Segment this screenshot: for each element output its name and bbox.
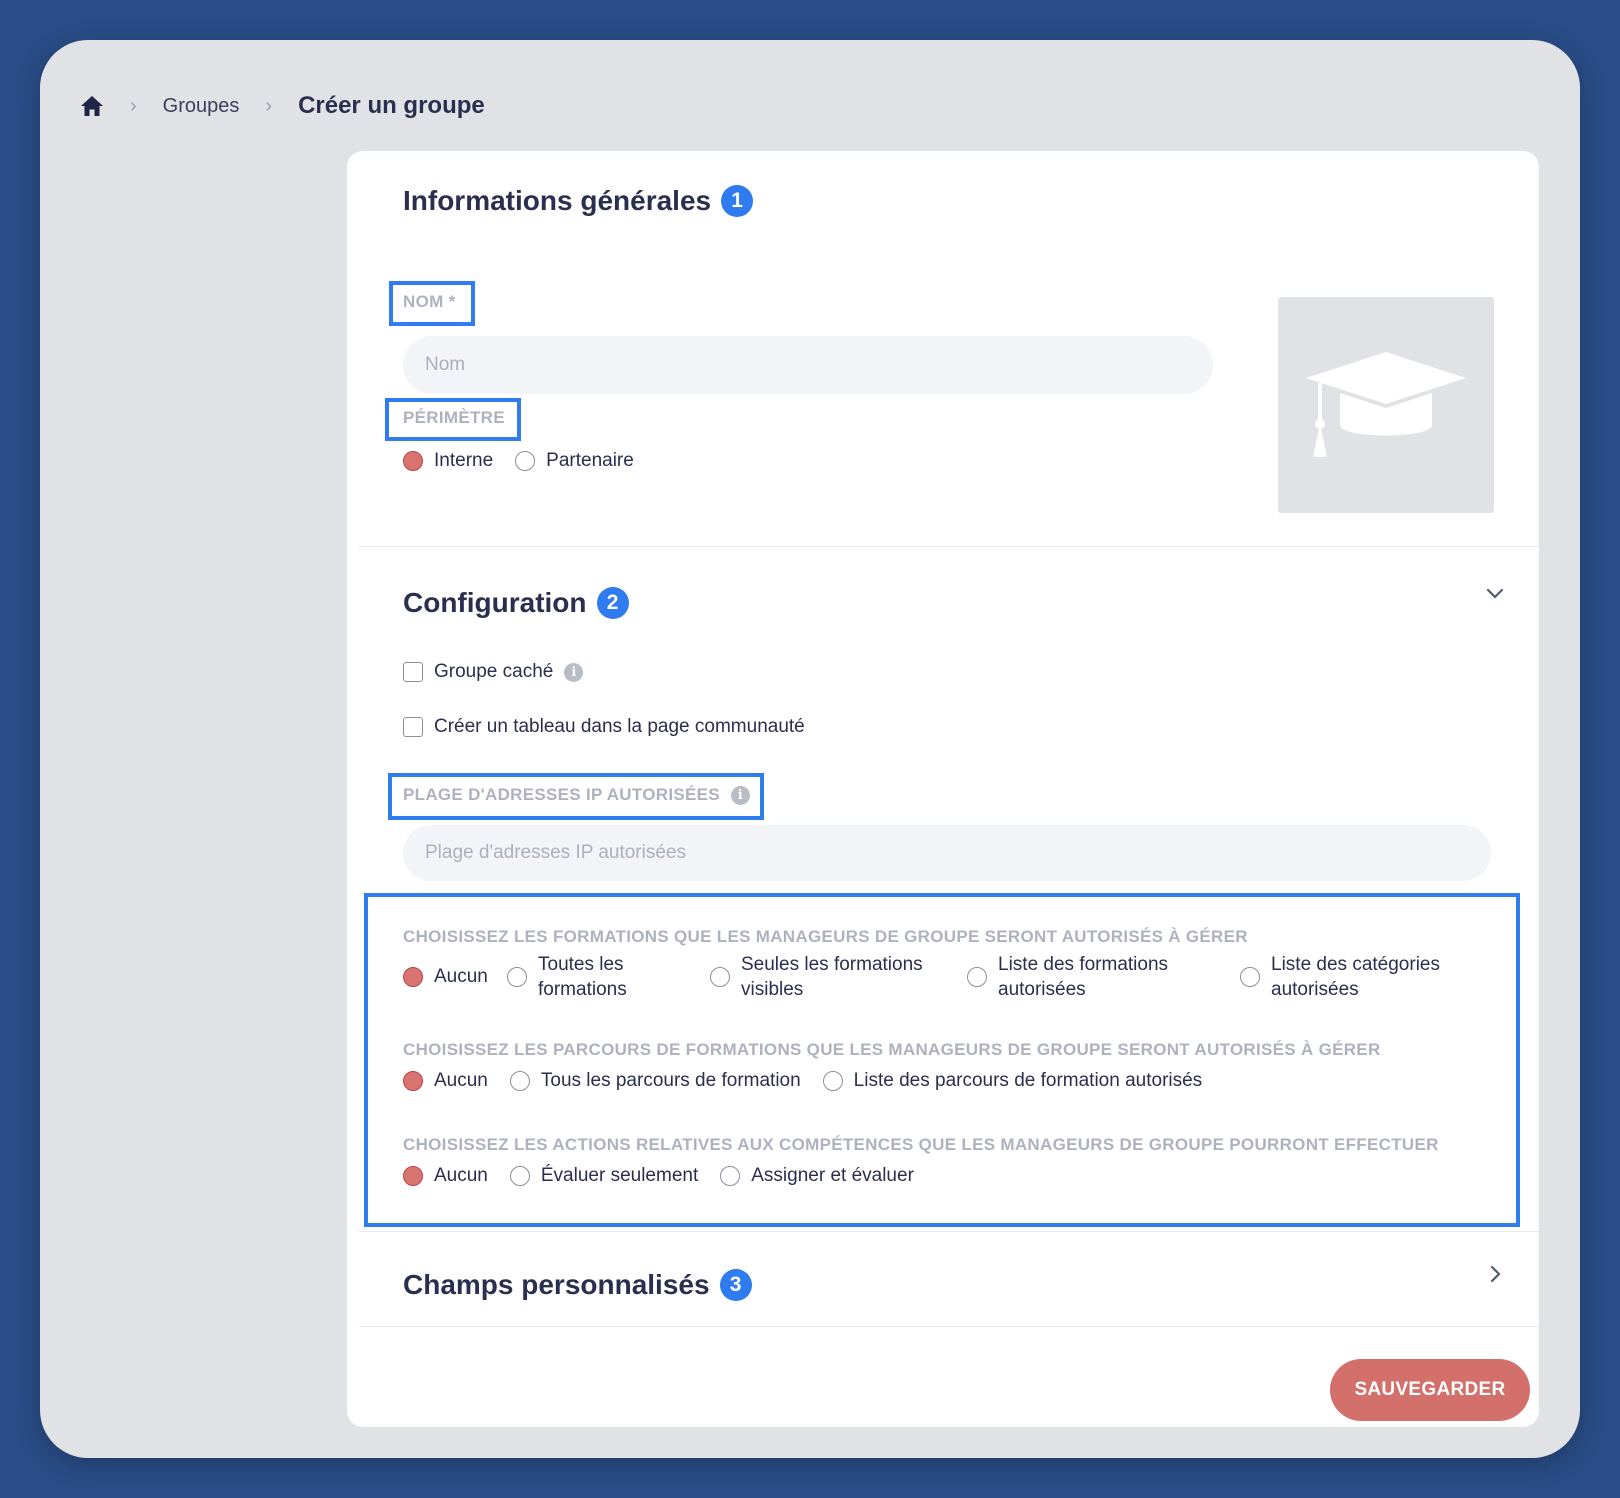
community-board-label: Créer un tableau dans la page communauté <box>434 716 805 737</box>
graduation-cap-icon <box>1306 352 1466 457</box>
name-input[interactable] <box>403 336 1213 394</box>
radio-unchecked[interactable] <box>509 1070 530 1091</box>
scope-option-interne[interactable]: Interne <box>403 448 493 473</box>
section-configuration-header[interactable]: Configuration 2 <box>403 581 629 625</box>
radio-unchecked[interactable] <box>507 967 527 987</box>
chevron-right-icon[interactable] <box>1484 1263 1506 1285</box>
community-board-row: Créer un tableau dans la page communauté <box>403 716 805 738</box>
trainings-option-list[interactable]: Liste des formations autorisées <box>967 952 1188 1002</box>
skills-radio-group: Aucun Évaluer seulement Assigner et éval… <box>403 1163 936 1188</box>
skills-option-evaluate[interactable]: Évaluer seulement <box>509 1163 698 1188</box>
paths-option-list[interactable]: Liste des parcours de formation autorisé… <box>822 1068 1202 1093</box>
radio-checked[interactable] <box>403 1165 423 1186</box>
save-button[interactable]: SAUVEGARDER <box>1330 1359 1530 1421</box>
ip-range-input[interactable] <box>403 825 1491 881</box>
home-icon[interactable] <box>80 95 104 117</box>
radio-checked[interactable] <box>403 1070 423 1091</box>
section-general-title: Informations générales <box>403 185 712 216</box>
scope-label: PÉRIMÈTRE <box>403 408 505 427</box>
trainings-option-categories[interactable]: Liste des catégories autorisées <box>1240 952 1461 1002</box>
radio-unchecked[interactable] <box>967 967 987 987</box>
skills-option-assign-evaluate[interactable]: Assigner et évaluer <box>720 1163 914 1188</box>
trainings-option-visible[interactable]: Seules les formations visibles <box>710 952 941 1002</box>
chevron-right-icon: › <box>265 94 273 117</box>
community-board-checkbox[interactable] <box>403 717 423 737</box>
breadcrumb: › Groupes › Créer un groupe <box>80 84 485 128</box>
radio-unchecked[interactable] <box>710 967 730 987</box>
scope-radio-group: Interne Partenaire <box>403 448 656 473</box>
name-label: NOM * <box>403 292 456 311</box>
section-general-header: Informations générales 1 <box>403 179 754 223</box>
trainings-option-none[interactable]: Aucun <box>403 964 488 989</box>
form-card: Informations générales 1 NOM * PÉRIMÈTRE… <box>347 151 1539 1427</box>
skills-option-none[interactable]: Aucun <box>403 1163 488 1188</box>
radio-unchecked[interactable] <box>515 450 536 471</box>
radio-unchecked[interactable] <box>509 1165 530 1186</box>
ip-label-row: PLAGE D'ADRESSES IP AUTORISÉES i <box>403 785 750 805</box>
page-title: Créer un groupe <box>298 92 485 119</box>
hidden-group-checkbox[interactable] <box>403 662 423 682</box>
paths-radio-group: Aucun Tous les parcours de formation Lis… <box>403 1068 1224 1093</box>
chevron-right-icon: › <box>130 94 137 117</box>
trainings-option-all[interactable]: Toutes les formations <box>507 952 668 1002</box>
section-divider <box>359 546 1539 547</box>
trainings-permission-label: CHOISISSEZ LES FORMATIONS QUE LES MANAGE… <box>403 927 1248 946</box>
paths-option-none[interactable]: Aucun <box>403 1068 488 1093</box>
section-custom-fields-header[interactable]: Champs personnalisés 3 <box>403 1263 752 1307</box>
radio-unchecked[interactable] <box>822 1070 843 1091</box>
radio-unchecked[interactable] <box>1240 967 1260 987</box>
section-configuration-title: Configuration <box>403 587 587 618</box>
radio-checked[interactable] <box>403 450 423 471</box>
hidden-group-row: Groupe caché i <box>403 661 584 683</box>
chevron-down-icon[interactable] <box>1484 582 1506 604</box>
ip-label: PLAGE D'ADRESSES IP AUTORISÉES <box>403 785 720 804</box>
hidden-group-label: Groupe caché <box>434 661 554 682</box>
paths-permission-label: CHOISISSEZ LES PARCOURS DE FORMATIONS QU… <box>403 1040 1381 1059</box>
app-window: › Groupes › Créer un groupe Informations… <box>40 40 1580 1458</box>
info-icon[interactable]: i <box>564 662 584 682</box>
step-badge-3: 3 <box>719 1269 752 1301</box>
scope-option-partenaire[interactable]: Partenaire <box>515 448 634 473</box>
section-custom-fields-title: Champs personnalisés <box>403 1269 710 1300</box>
section-divider <box>359 1231 1539 1232</box>
step-badge-2: 2 <box>596 587 629 619</box>
section-divider <box>359 1326 1539 1327</box>
paths-option-all[interactable]: Tous les parcours de formation <box>509 1068 801 1093</box>
step-badge-1: 1 <box>721 185 754 217</box>
breadcrumb-groupes[interactable]: Groupes <box>163 95 240 118</box>
skills-permission-label: CHOISISSEZ LES ACTIONS RELATIVES AUX COM… <box>403 1135 1439 1154</box>
radio-checked[interactable] <box>403 966 423 987</box>
radio-unchecked[interactable] <box>720 1165 741 1186</box>
info-icon[interactable]: i <box>730 785 750 805</box>
group-image-upload[interactable] <box>1278 297 1494 513</box>
